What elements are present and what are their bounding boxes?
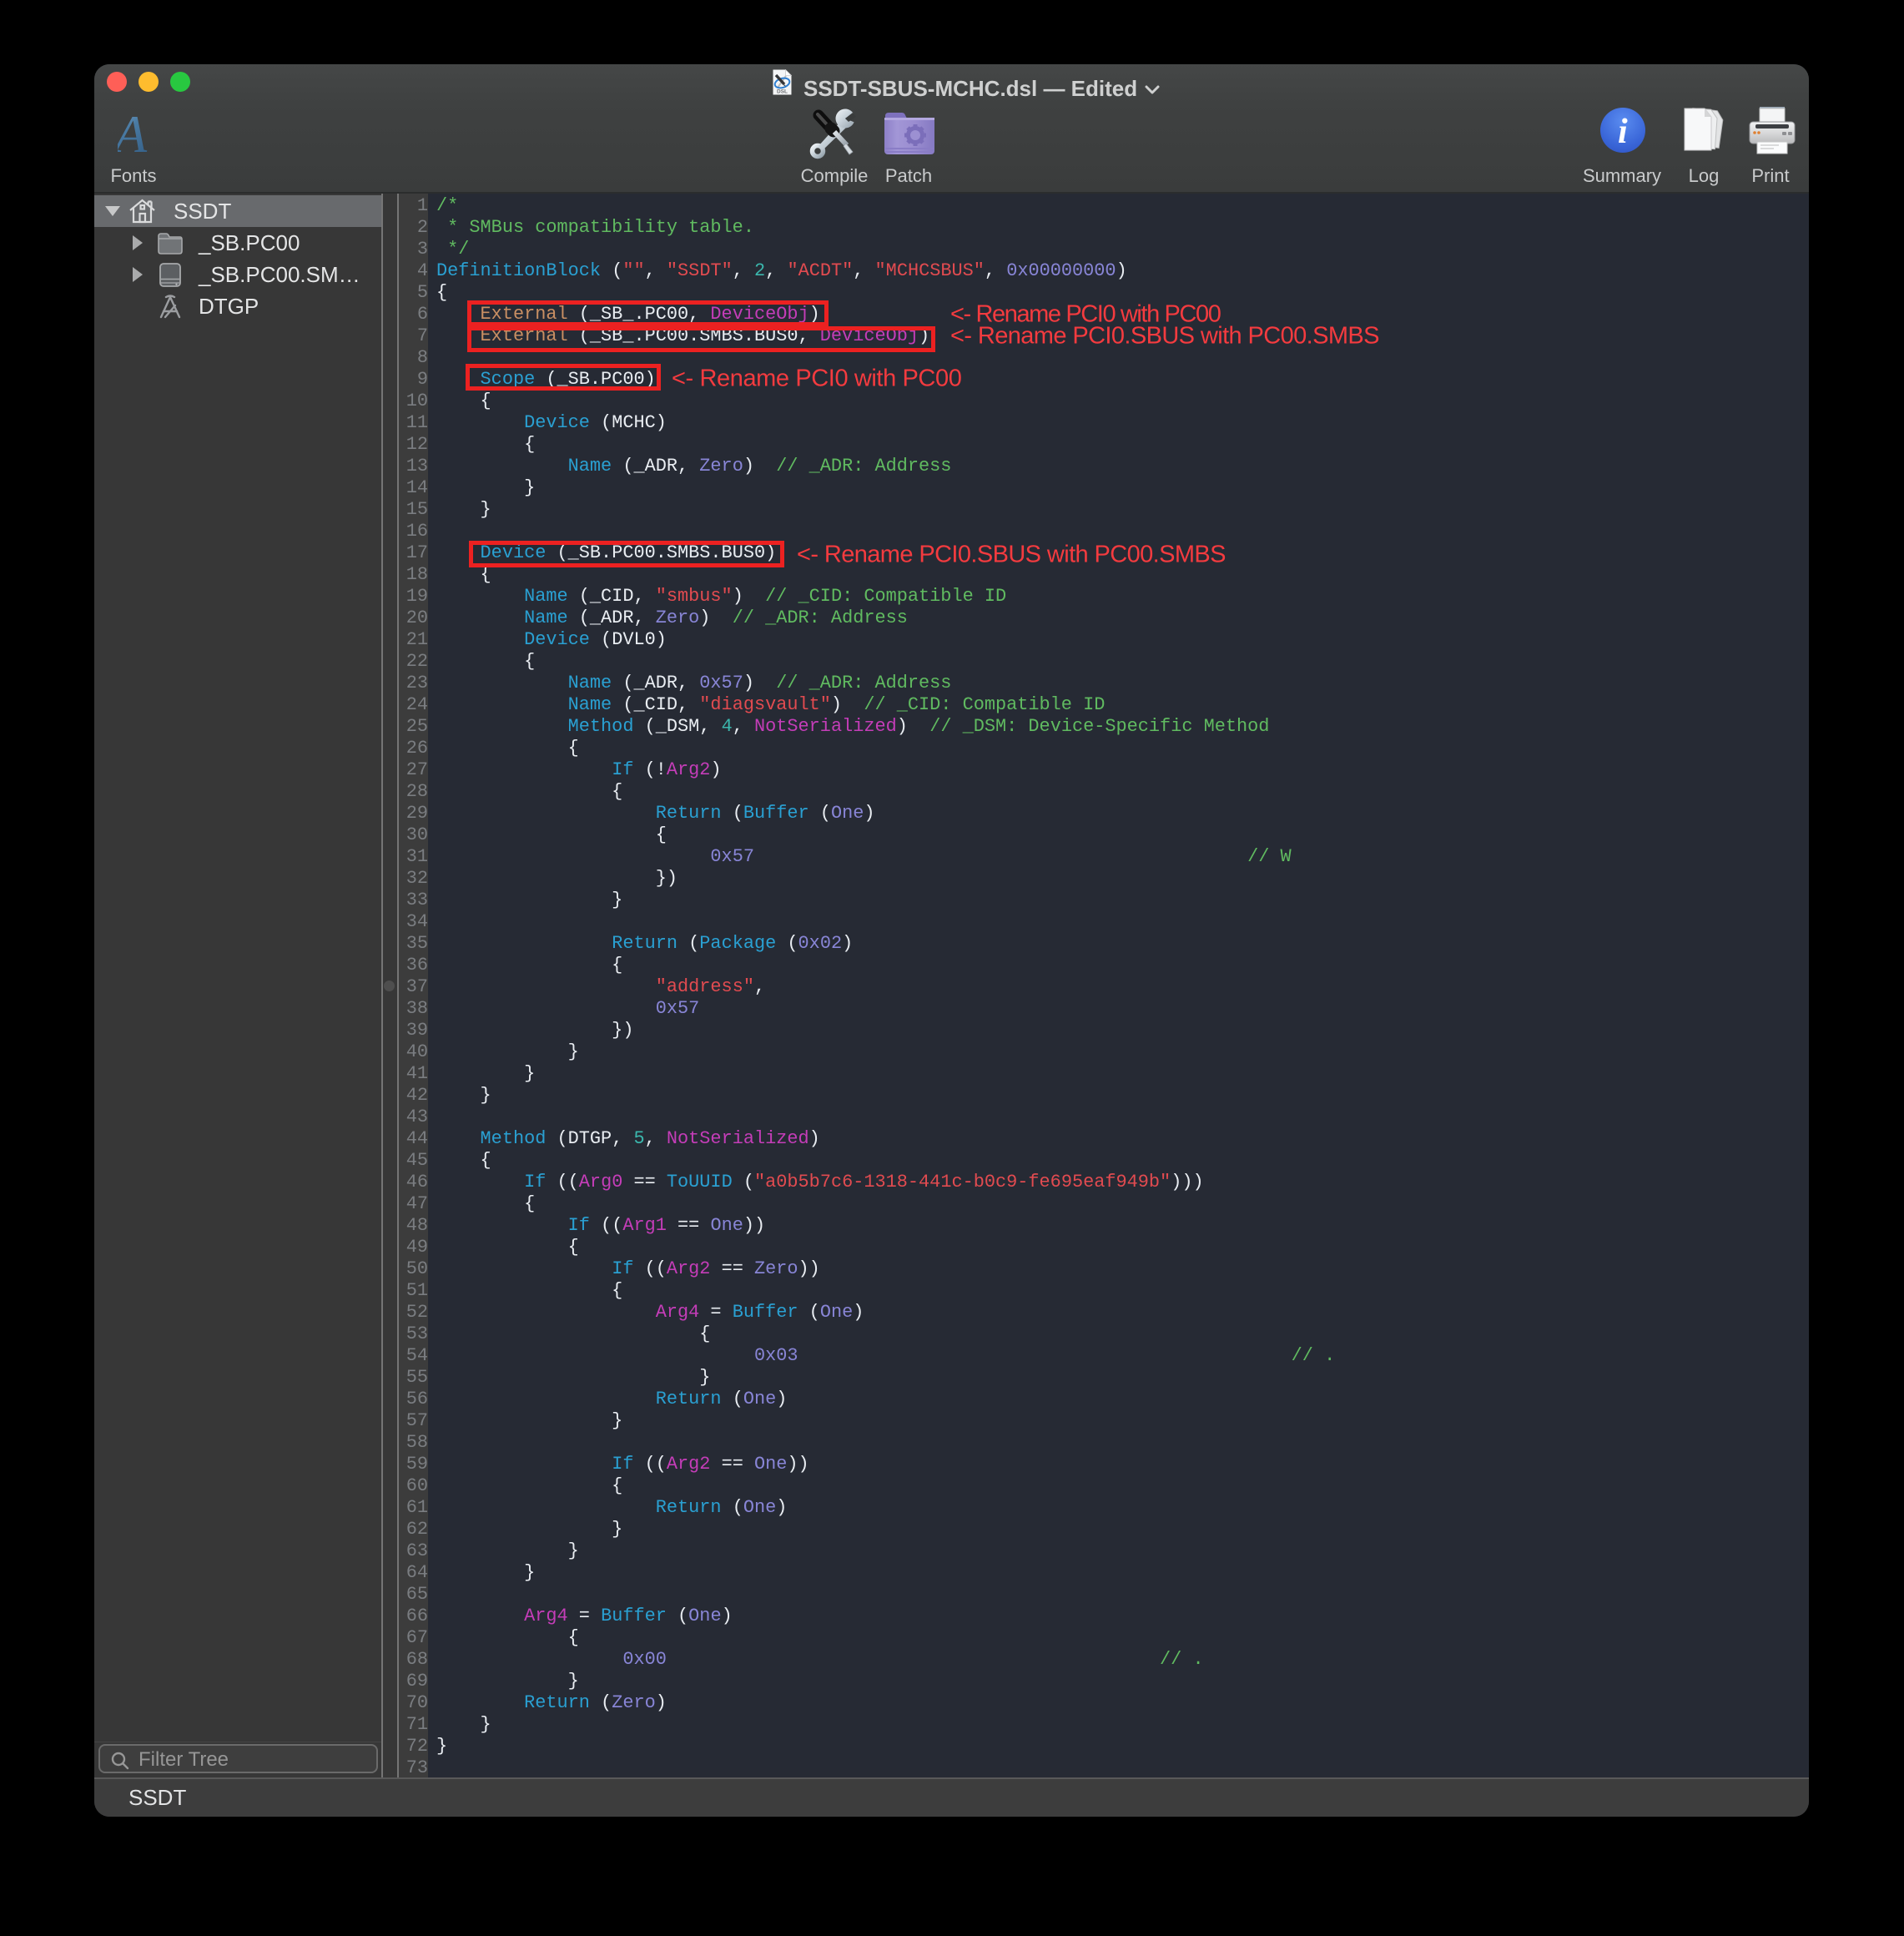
svg-text:i: i bbox=[1618, 113, 1628, 151]
svg-text:DSL: DSL bbox=[777, 89, 788, 95]
svg-text:A: A bbox=[118, 113, 148, 155]
